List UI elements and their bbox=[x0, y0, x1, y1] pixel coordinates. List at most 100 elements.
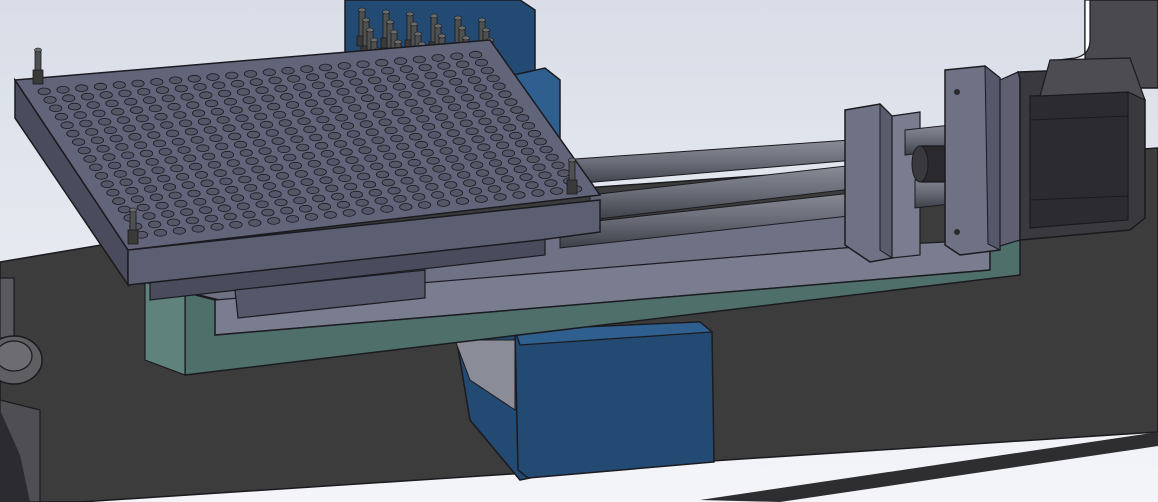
plate-hole bbox=[155, 201, 169, 210]
plate-hole bbox=[346, 130, 360, 138]
plate-hole bbox=[375, 170, 390, 179]
plate-hole bbox=[355, 86, 369, 94]
plate-hole bbox=[380, 205, 394, 213]
plate-hole bbox=[324, 71, 338, 80]
plate-hole bbox=[490, 133, 504, 142]
plate-hole bbox=[249, 192, 263, 200]
plate-hole bbox=[275, 172, 290, 180]
plate-hole bbox=[532, 163, 546, 172]
plate-hole bbox=[406, 185, 420, 193]
plate-hole bbox=[85, 128, 99, 136]
plate-hole bbox=[512, 191, 526, 199]
plate-hole bbox=[377, 144, 391, 153]
plate-hole bbox=[267, 217, 281, 225]
plate-hole bbox=[189, 162, 203, 171]
plate-hole bbox=[130, 195, 145, 204]
plate-hole bbox=[322, 123, 336, 132]
plate-hole bbox=[494, 167, 508, 175]
plate-hole bbox=[138, 176, 152, 185]
plate-hole bbox=[356, 60, 370, 69]
plate-hole bbox=[501, 149, 516, 158]
plate-hole bbox=[473, 84, 487, 92]
plate-hole bbox=[329, 105, 343, 114]
plate-hole bbox=[155, 86, 170, 94]
plate-hole bbox=[420, 148, 434, 157]
plate-hole bbox=[122, 124, 136, 133]
plate-hole bbox=[106, 188, 120, 197]
plate-hole bbox=[468, 50, 483, 59]
plate-hole bbox=[401, 150, 416, 159]
plate-hole bbox=[246, 130, 261, 139]
plate-hole bbox=[474, 195, 488, 203]
plate-hole bbox=[429, 105, 443, 113]
plate-hole bbox=[243, 70, 258, 78]
plate-hole bbox=[434, 113, 449, 121]
plate-hole bbox=[443, 70, 457, 78]
plate-hole bbox=[167, 218, 181, 227]
motor-mount bbox=[944, 64, 1001, 256]
plate-hole bbox=[162, 183, 177, 191]
plate-hole bbox=[527, 129, 542, 138]
plate-hole bbox=[129, 106, 144, 114]
plate-hole bbox=[388, 160, 403, 169]
plate-hole bbox=[216, 116, 230, 124]
plate-hole bbox=[145, 158, 159, 166]
plate-hole bbox=[370, 162, 384, 171]
plate-hole bbox=[281, 180, 295, 188]
plate-hole bbox=[219, 177, 233, 186]
plate-hole bbox=[77, 146, 91, 155]
plate-hole bbox=[67, 102, 82, 111]
plate-hole bbox=[148, 104, 162, 113]
plate-hole bbox=[349, 190, 363, 199]
plate-hole bbox=[459, 119, 473, 128]
plate-hole bbox=[486, 74, 500, 83]
plate-hole bbox=[470, 161, 484, 169]
plate-hole bbox=[373, 84, 388, 93]
plate-hole bbox=[124, 97, 138, 106]
plate-hole bbox=[359, 120, 373, 128]
plate-hole bbox=[452, 137, 466, 145]
plate-hole bbox=[94, 172, 109, 180]
plate-hole bbox=[381, 178, 395, 187]
plate-hole bbox=[109, 134, 123, 143]
plate-hole bbox=[174, 199, 188, 208]
plate-hole bbox=[343, 182, 358, 191]
cad-viewport[interactable] bbox=[0, 0, 1158, 502]
plate-hole bbox=[471, 135, 485, 144]
plate-hole bbox=[368, 188, 382, 197]
plate-hole bbox=[316, 115, 330, 124]
plate-hole bbox=[438, 173, 452, 181]
plate-hole bbox=[327, 131, 342, 140]
plate-hole bbox=[139, 149, 154, 158]
plate-hole bbox=[152, 139, 167, 148]
plate-hole bbox=[298, 91, 313, 99]
plate-hole bbox=[248, 104, 262, 113]
plate-hole bbox=[236, 202, 250, 211]
plate-hole bbox=[112, 197, 126, 205]
plate-hole bbox=[307, 160, 321, 168]
plate-hole bbox=[311, 81, 325, 90]
plate-hole bbox=[158, 148, 172, 156]
plate-hole bbox=[210, 107, 224, 116]
plate-hole bbox=[352, 138, 366, 146]
plate-hole bbox=[447, 103, 462, 112]
plate-hole bbox=[218, 89, 232, 98]
plate-hole bbox=[205, 99, 219, 108]
plate-hole bbox=[62, 94, 76, 102]
plate-hole bbox=[196, 144, 210, 153]
plate-hole bbox=[414, 140, 429, 149]
plate-hole bbox=[136, 203, 150, 212]
plate-hole bbox=[310, 107, 324, 116]
plate-hole bbox=[393, 57, 408, 65]
plate-hole bbox=[297, 117, 311, 125]
plate-hole bbox=[255, 86, 269, 94]
plate-hole bbox=[268, 76, 282, 85]
plate-hole bbox=[242, 210, 256, 219]
plate-hole bbox=[336, 88, 350, 96]
plate-hole bbox=[192, 109, 206, 118]
plate-hole bbox=[261, 94, 275, 103]
plate-hole bbox=[484, 125, 498, 134]
plate-hole bbox=[436, 87, 450, 96]
plate-hole bbox=[285, 101, 300, 109]
plate-hole bbox=[399, 203, 413, 211]
